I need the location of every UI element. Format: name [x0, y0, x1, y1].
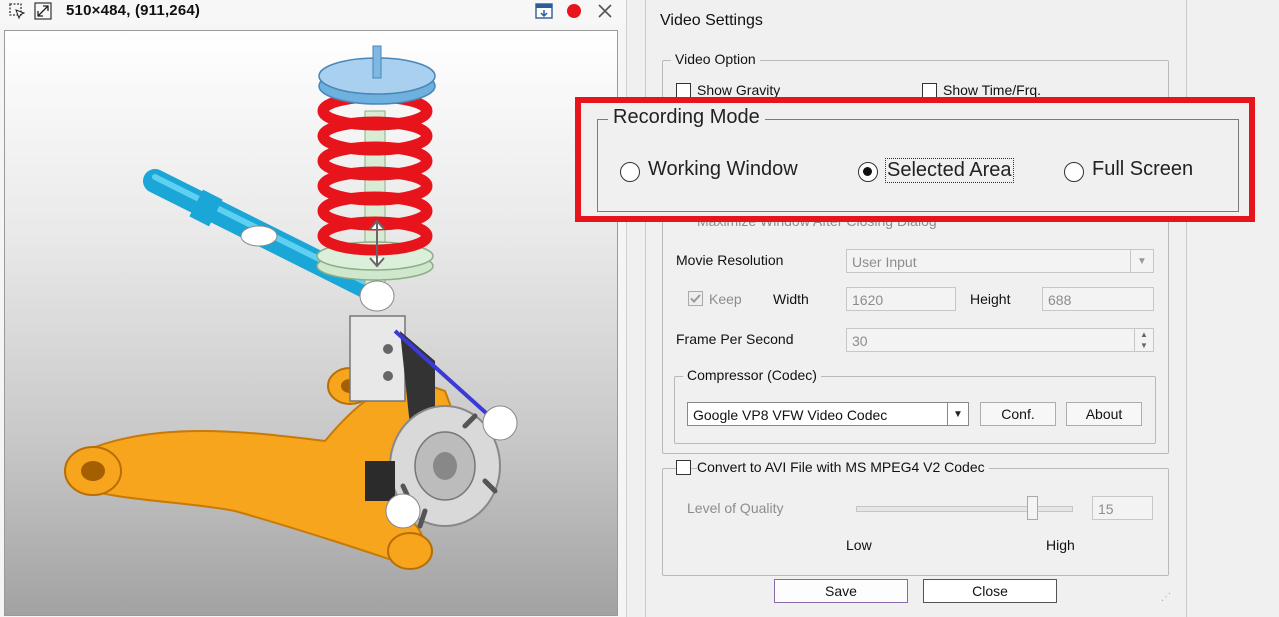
full-screen-label: Full Screen [1092, 158, 1194, 180]
radio-full-screen[interactable] [1064, 162, 1084, 182]
close-button[interactable]: Close [923, 579, 1057, 603]
keep-label: Keep [709, 291, 742, 307]
select-region-icon[interactable] [8, 2, 26, 20]
movie-resolution-value: User Input [852, 254, 917, 270]
width-value: 1620 [852, 292, 884, 308]
keep-checkbox[interactable] [688, 291, 703, 306]
compressor-title: Compressor (Codec) [683, 367, 821, 383]
resize-icon[interactable] [34, 2, 52, 20]
spin-arrows-icon[interactable]: ▲ ▼ [1134, 329, 1153, 351]
movie-resolution-label: Movie Resolution [676, 252, 784, 268]
capture-titlebar: 510×484, (911,264) [0, 0, 626, 24]
show-time-checkbox[interactable] [922, 83, 937, 98]
width-label: Width [773, 291, 809, 307]
conf-button[interactable]: Conf. [980, 402, 1056, 426]
movie-resolution-select[interactable]: User Input ▼ [846, 249, 1154, 273]
high-label: High [1046, 537, 1075, 553]
recording-mode-highlight: Recording Mode Working Window Selected A… [575, 97, 1255, 222]
3d-viewport[interactable] [4, 30, 618, 616]
video-option-title: Video Option [671, 51, 760, 67]
codec-select[interactable]: Google VP8 VFW Video Codec ▼ [687, 402, 969, 426]
quality-slider-track[interactable] [856, 506, 1073, 512]
radio-working-window[interactable] [620, 162, 640, 182]
chevron-down-icon[interactable]: ▼ [947, 403, 968, 425]
capture-size-readout: 510×484, (911,264) [66, 2, 201, 19]
fps-value: 30 [852, 333, 868, 349]
height-field[interactable]: 688 [1042, 287, 1154, 311]
suspension-model-image [64, 45, 518, 570]
resize-grip-icon[interactable]: ⋰ [1161, 592, 1171, 603]
height-value: 688 [1048, 292, 1072, 308]
record-icon[interactable] [565, 2, 583, 20]
selected-area-label: Selected Area [885, 158, 1014, 183]
recording-mode-title: Recording Mode [608, 106, 765, 129]
low-label: Low [846, 537, 872, 553]
about-button[interactable]: About [1066, 402, 1142, 426]
convert-avi-checkbox[interactable] [676, 460, 691, 475]
show-time-label: Show Time/Frq. [943, 82, 1042, 98]
convert-group [662, 468, 1169, 576]
radio-selected-dot-icon [863, 167, 872, 176]
radio-selected-area[interactable] [858, 162, 878, 182]
window-icon[interactable] [535, 2, 553, 20]
convert-avi-label: Convert to AVI File with MS MPEG4 V2 Cod… [697, 459, 989, 475]
width-field[interactable]: 1620 [846, 287, 956, 311]
height-label: Height [970, 291, 1011, 307]
quality-field[interactable]: 15 [1092, 496, 1153, 520]
quality-slider-thumb[interactable] [1026, 496, 1038, 520]
chevron-down-icon[interactable]: ▼ [1130, 250, 1153, 272]
show-gravity-label: Show Gravity [697, 82, 781, 98]
show-gravity-checkbox[interactable] [676, 83, 691, 98]
save-button[interactable]: Save [774, 579, 908, 603]
checkmark-icon [690, 294, 701, 303]
video-settings-dialog: Video Settings Video Option Show Gravity… [645, 0, 1187, 617]
close-icon[interactable] [596, 2, 614, 20]
top-mount [318, 45, 436, 105]
capture-window: 510×484, (911,264) [0, 0, 627, 617]
fps-field[interactable]: 30 ▲ ▼ [846, 328, 1154, 352]
recording-mode-group: Recording Mode Working Window Selected A… [597, 106, 1239, 212]
quality-label: Level of Quality [687, 500, 784, 516]
codec-value: Google VP8 VFW Video Codec [693, 407, 888, 423]
working-window-label: Working Window [648, 158, 798, 180]
dialog-title: Video Settings [660, 12, 763, 29]
fps-label: Frame Per Second [676, 331, 794, 347]
quality-value: 15 [1098, 501, 1114, 517]
